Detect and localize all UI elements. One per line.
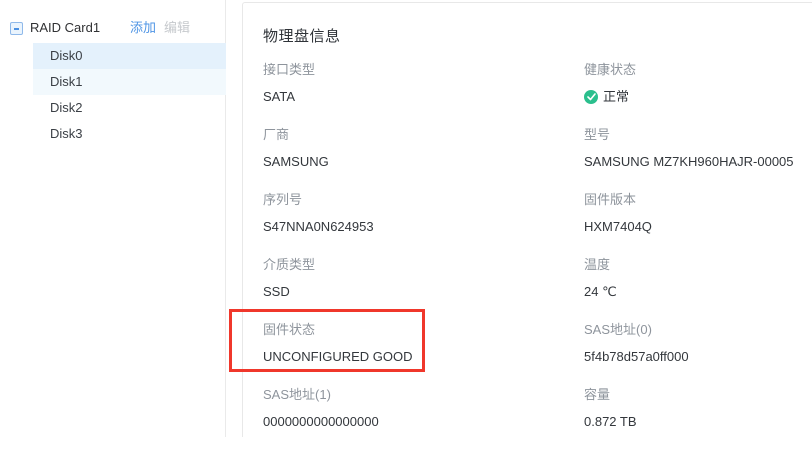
field-model: 型号 SAMSUNG MZ7KH960HAJR-00005 xyxy=(584,127,812,169)
field-firmware-state: 固件状态 UNCONFIGURED GOOD xyxy=(263,322,584,364)
field-value: 24 ℃ xyxy=(584,284,812,299)
tree-node-raid-card[interactable]: RAID Card1 添加 编辑 xyxy=(0,14,225,42)
field-label: 介质类型 xyxy=(263,257,584,272)
field-label: 型号 xyxy=(584,127,812,142)
field-value: S47NNA0N624953 xyxy=(263,219,584,234)
field-media-type: 介质类型 SSD xyxy=(263,257,584,299)
field-value: SAMSUNG MZ7KH960HAJR-00005 xyxy=(584,154,812,169)
tree-node-label: RAID Card1 xyxy=(30,14,100,42)
field-value: SAMSUNG xyxy=(263,154,584,169)
sidebar-item-disk3[interactable]: Disk3 xyxy=(33,121,226,147)
field-value: SATA xyxy=(263,89,584,104)
disk-info-grid: 接口类型 SATA 健康状态 正常 厂商 SAMSUNG 型号 SAMSUNG … xyxy=(263,62,812,452)
minus-glyph xyxy=(14,28,19,30)
field-value: UNCONFIGURED GOOD xyxy=(263,349,584,364)
field-label: 容量 xyxy=(584,387,812,402)
field-value: 5f4b78d57a0ff000 xyxy=(584,349,812,364)
edit-link[interactable]: 编辑 xyxy=(164,14,190,42)
field-label: 厂商 xyxy=(263,127,584,142)
field-value: SSD xyxy=(263,284,584,299)
sidebar-item-disk2[interactable]: Disk2 xyxy=(33,95,226,121)
field-vendor: 厂商 SAMSUNG xyxy=(263,127,584,169)
disk-list: Disk0 Disk1 Disk2 Disk3 xyxy=(0,43,225,147)
status-ok-icon xyxy=(584,90,598,104)
field-sas-address-0: SAS地址(0) 5f4b78d57a0ff000 xyxy=(584,322,812,364)
field-capacity: 容量 0.872 TB xyxy=(584,387,812,429)
collapse-icon[interactable] xyxy=(10,22,23,35)
physical-disk-panel: 物理盘信息 接口类型 SATA 健康状态 正常 厂商 SAMSUNG 型号 SA xyxy=(242,2,812,437)
field-value: HXM7404Q xyxy=(584,219,812,234)
field-health-status: 健康状态 正常 xyxy=(584,62,812,104)
sidebar-item-disk0[interactable]: Disk0 xyxy=(33,43,226,69)
add-link[interactable]: 添加 xyxy=(130,14,156,42)
field-label: 固件状态 xyxy=(263,322,584,337)
field-interface-type: 接口类型 SATA xyxy=(263,62,584,104)
field-label: 接口类型 xyxy=(263,62,584,77)
field-value: 0000000000000000 xyxy=(263,414,584,429)
sidebar-item-disk1[interactable]: Disk1 xyxy=(33,69,226,95)
status-text: 正常 xyxy=(603,89,629,104)
field-label: SAS地址(1) xyxy=(263,387,584,402)
field-label: 序列号 xyxy=(263,192,584,207)
field-label: 固件版本 xyxy=(584,192,812,207)
sidebar: RAID Card1 添加 编辑 Disk0 Disk1 Disk2 Disk3 xyxy=(0,0,226,437)
field-sas-address-1: SAS地址(1) 0000000000000000 xyxy=(263,387,584,429)
field-temperature: 温度 24 ℃ xyxy=(584,257,812,299)
field-label: 温度 xyxy=(584,257,812,272)
page-title: 物理盘信息 xyxy=(263,25,341,46)
field-label: SAS地址(0) xyxy=(584,322,812,337)
field-label: 健康状态 xyxy=(584,62,812,77)
field-firmware-version: 固件版本 HXM7404Q xyxy=(584,192,812,234)
field-value: 0.872 TB xyxy=(584,414,812,429)
field-value: 正常 xyxy=(584,89,812,104)
field-serial-number: 序列号 S47NNA0N624953 xyxy=(263,192,584,234)
